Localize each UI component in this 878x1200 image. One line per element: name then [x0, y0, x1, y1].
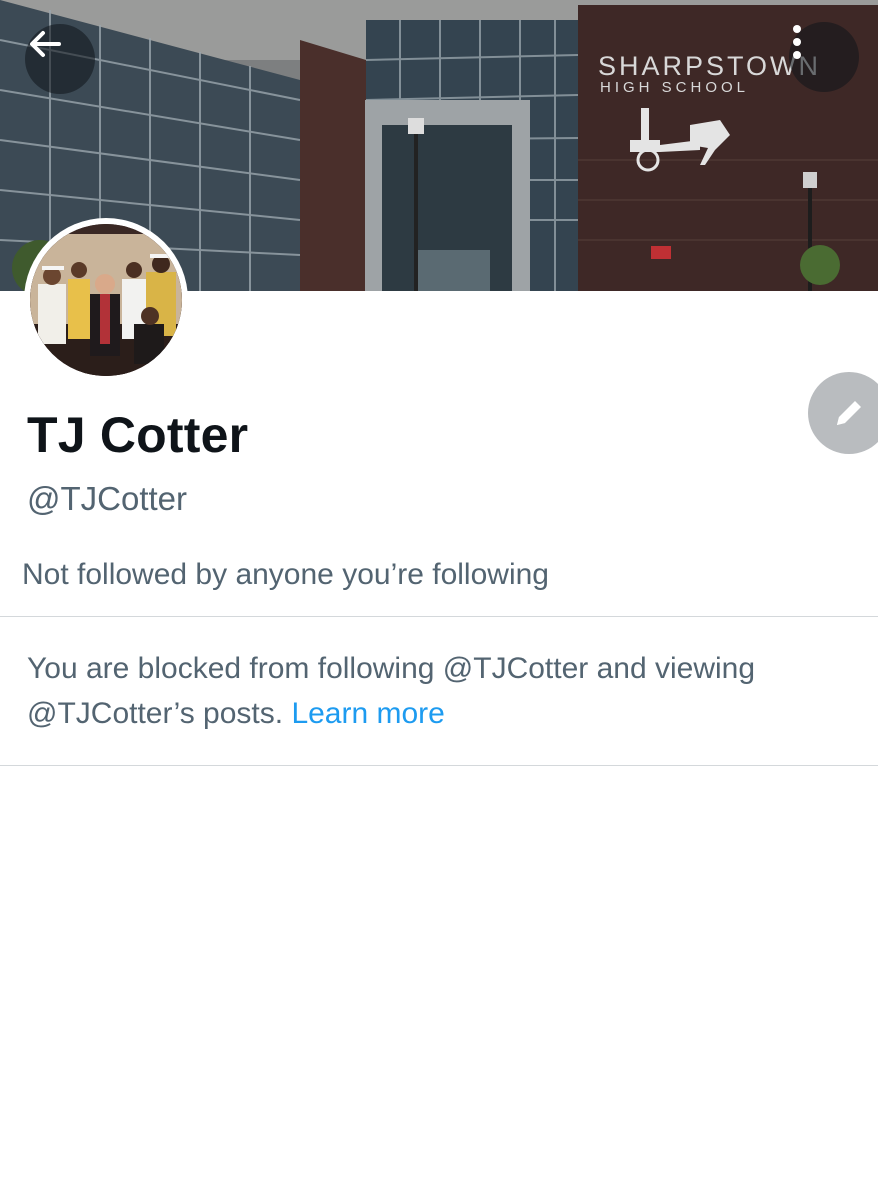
- divider: [0, 616, 878, 617]
- more-options-button[interactable]: [789, 22, 859, 92]
- banner-sign-line2: HIGH SCHOOL: [600, 79, 749, 96]
- followed-by-text: Not followed by anyone you’re following: [22, 558, 549, 591]
- edit-button[interactable]: [808, 372, 878, 454]
- avatar-image: [30, 224, 182, 376]
- user-handle: @TJCotter: [27, 480, 188, 517]
- pencil-icon: [837, 401, 861, 425]
- back-button[interactable]: [25, 24, 95, 94]
- vertical-dots-icon: [793, 25, 801, 59]
- profile-avatar[interactable]: [24, 218, 188, 382]
- display-name: TJ Cotter: [27, 407, 249, 463]
- arrow-left-icon: [30, 31, 61, 57]
- learn-more-link[interactable]: Learn more: [291, 697, 444, 730]
- divider: [0, 765, 878, 766]
- blocked-notice: You are blocked from following @TJCotter…: [27, 646, 857, 736]
- banner-sign-line1: SHARPSTOWN: [598, 51, 821, 81]
